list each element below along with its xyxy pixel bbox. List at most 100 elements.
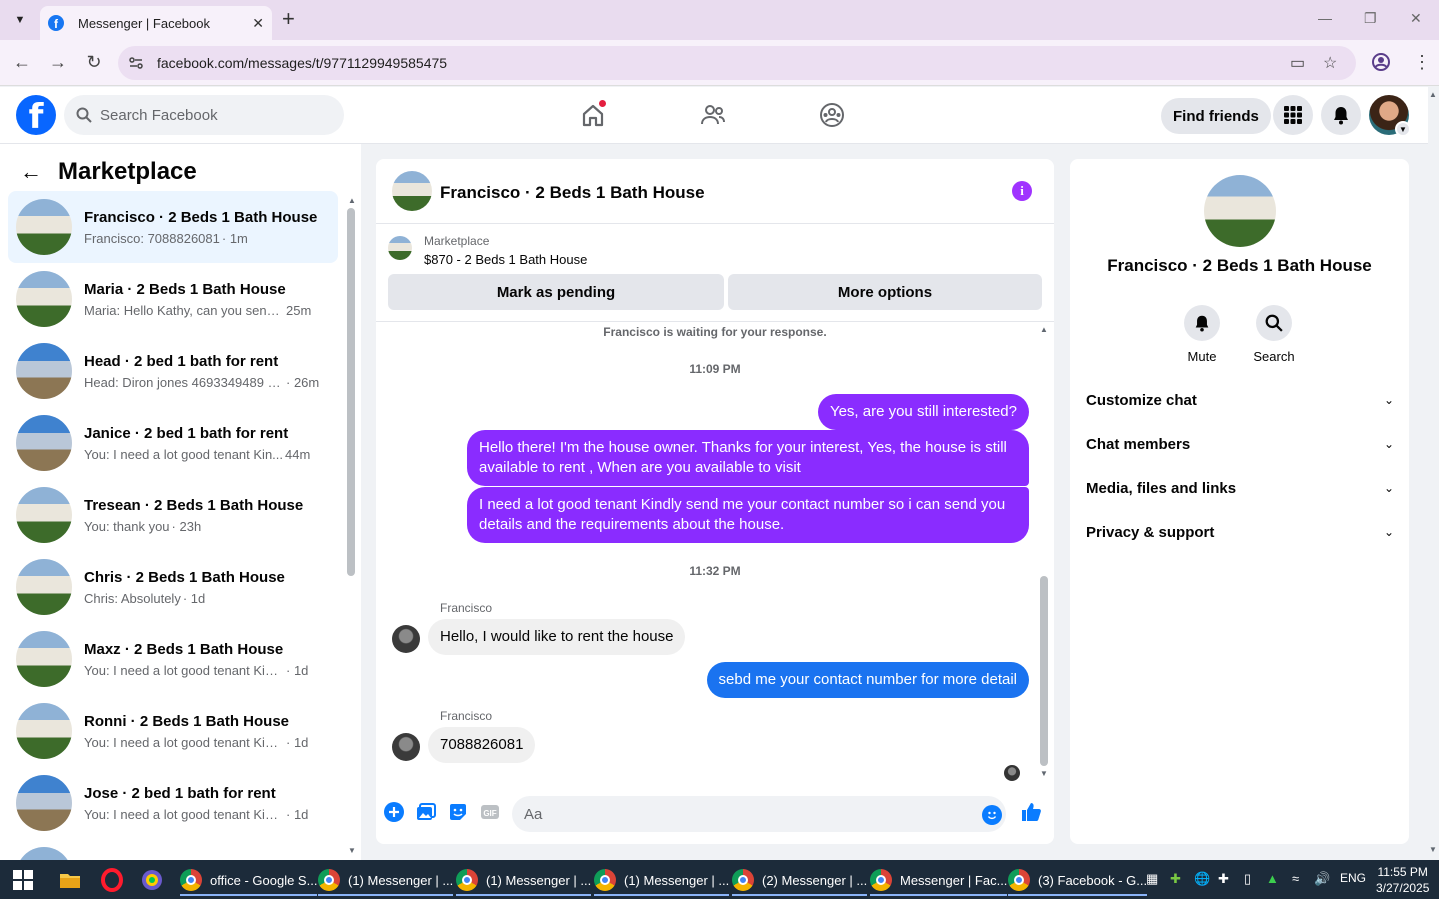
language-indicator[interactable]: ENG: [1340, 871, 1366, 885]
outgoing-message[interactable]: Yes, are you still interested?: [817, 394, 1029, 430]
listing-title[interactable]: $870 - 2 Beds 1 Bath House: [424, 252, 587, 267]
listing-thumbnail[interactable]: [388, 236, 412, 260]
outgoing-message[interactable]: sebd me your contact number for more det…: [706, 662, 1029, 698]
globe-icon[interactable]: 🌐: [1194, 871, 1210, 887]
reload-icon[interactable]: ↻: [83, 52, 105, 73]
conversation-text: Maxz · 2 Beds 1 Bath House You: I need a …: [84, 641, 330, 678]
chat-avatar[interactable]: [392, 171, 432, 211]
conversation-item[interactable]: Janice · 2 bed 1 bath for rent You: I nee…: [8, 407, 338, 479]
scroll-up-arrow-icon[interactable]: ▲: [348, 196, 356, 205]
incoming-message[interactable]: 7088826081: [428, 727, 536, 763]
outgoing-message[interactable]: Hello there! I'm the house owner. Thanks…: [467, 430, 1029, 486]
privacy-support-section[interactable]: Privacy & support ⌄: [1086, 517, 1394, 547]
info-icon[interactable]: i: [1012, 181, 1032, 201]
taskbar-app-messenger-active[interactable]: Messenger | Fac...: [870, 864, 1008, 896]
conversation-text: Chris · 2 Beds 1 Bath House Chris: Absolu…: [84, 569, 330, 606]
restore-icon[interactable]: ❐: [1364, 10, 1377, 27]
taskbar-app-messenger-3[interactable]: (1) Messenger | ...: [594, 864, 730, 896]
chat-members-section[interactable]: Chat members ⌄: [1086, 429, 1394, 459]
install-app-icon[interactable]: ▭: [1290, 53, 1305, 73]
sticker-icon[interactable]: [447, 801, 469, 823]
scroll-down-arrow-icon[interactable]: ▼: [348, 846, 356, 855]
taskbar-app-messenger-4[interactable]: (2) Messenger | ...: [732, 864, 868, 896]
cross-icon[interactable]: ✚: [1218, 871, 1229, 887]
conversation-avatar[interactable]: [1204, 175, 1276, 247]
chat-title[interactable]: Francisco · 2 Beds 1 Bath House: [440, 183, 705, 203]
triangle-app-icon[interactable]: ▲: [1266, 871, 1279, 886]
conversation-item[interactable]: Ronni · 2 Beds 1 Bath House You: I need a…: [8, 695, 338, 767]
tray-app-icon[interactable]: ▦: [1146, 871, 1158, 887]
system-clock[interactable]: 11:55 PM 3/27/2025: [1376, 864, 1429, 896]
facebook-search-box[interactable]: [64, 95, 344, 135]
wifi-icon[interactable]: ≈: [1292, 871, 1299, 886]
facebook-logo-icon[interactable]: f: [16, 95, 56, 135]
chat-scroll-up-icon[interactable]: ▲: [1040, 325, 1048, 334]
emoji-smile-icon[interactable]: [982, 805, 1002, 825]
message-input[interactable]: [512, 796, 1006, 832]
forward-arrow-icon[interactable]: →: [47, 52, 69, 73]
mute-button[interactable]: Mute: [1172, 305, 1232, 364]
sender-avatar[interactable]: [392, 625, 420, 653]
tray-plus-icon[interactable]: ✚: [1170, 871, 1181, 887]
conversation-item[interactable]: Tresean · 2 Beds 1 Bath House You: thank …: [8, 479, 338, 551]
conversation-item[interactable]: Head · 2 bed 1 bath for rent Head: Diron …: [8, 335, 338, 407]
conversation-item[interactable]: Jose · 2 bed 1 bath for rent You: I need …: [8, 767, 338, 839]
browser-menu-kebab-icon[interactable]: ⋮: [1413, 52, 1431, 73]
conversation-text: Tresean · 2 Beds 1 Bath House You: thank …: [84, 497, 330, 534]
preview-time: · 26m: [286, 374, 320, 390]
account-chevron-down-icon[interactable]: ▼: [1395, 121, 1411, 137]
incoming-message[interactable]: Hello, I would like to rent the house: [428, 619, 686, 655]
page-scroll-down-icon[interactable]: ▼: [1429, 845, 1437, 854]
taskbar-app-messenger-1[interactable]: (1) Messenger | ...: [318, 864, 454, 896]
sender-avatar[interactable]: [392, 733, 420, 761]
conversation-item[interactable]: Heather Rolding · 2 Beds 1 Bath: [8, 839, 338, 860]
conversation-item[interactable]: Francisco · 2 Beds 1 Bath House Francisco…: [8, 191, 338, 263]
conversation-item[interactable]: Maxz · 2 Beds 1 Bath House You: I need a …: [8, 623, 338, 695]
tab-close-icon[interactable]: ✕: [252, 15, 264, 32]
browser-tab-messenger[interactable]: f Messenger | Facebook ✕: [40, 6, 272, 40]
windows-start-icon[interactable]: [13, 870, 33, 890]
chat-scroll-down-icon[interactable]: ▼: [1040, 769, 1048, 778]
bookmark-star-icon[interactable]: ☆: [1323, 53, 1337, 73]
speaker-icon[interactable]: 🔊: [1314, 871, 1330, 887]
conversation-item[interactable]: Maria · 2 Beds 1 Bath House Maria: Hello …: [8, 263, 338, 335]
find-friends-button[interactable]: Find friends: [1161, 98, 1271, 134]
chat-scrollbar-thumb[interactable]: [1040, 576, 1048, 766]
facebook-search-input[interactable]: [100, 106, 320, 124]
new-tab-plus-icon[interactable]: +: [282, 8, 295, 30]
home-nav-icon[interactable]: [577, 99, 609, 131]
file-explorer-icon[interactable]: [58, 868, 82, 892]
preview-text: Head: Diron jones 4693349489 D...: [84, 374, 284, 390]
thumbs-up-icon[interactable]: [1020, 801, 1042, 823]
plus-circle-icon[interactable]: [383, 801, 405, 823]
outgoing-message[interactable]: I need a lot good tenant Kindly send me …: [467, 487, 1029, 543]
page-scroll-up-icon[interactable]: ▲: [1429, 90, 1437, 99]
site-settings-icon[interactable]: [128, 55, 144, 71]
mark-as-pending-button[interactable]: Mark as pending: [388, 274, 724, 310]
taskbar-app-facebook[interactable]: (3) Facebook - G...: [1008, 864, 1148, 896]
friends-nav-icon[interactable]: [697, 99, 729, 131]
profile-icon[interactable]: [1371, 52, 1391, 77]
gif-icon[interactable]: GIF: [479, 801, 501, 823]
url-omnibox[interactable]: facebook.com/messages/t/9771129949585475…: [118, 46, 1356, 80]
back-arrow-icon[interactable]: ←: [11, 52, 33, 73]
left-scrollbar-thumb[interactable]: [347, 208, 355, 576]
window-close-icon[interactable]: ✕: [1410, 10, 1422, 27]
taskbar-app-office-sheets[interactable]: office - Google S...: [180, 864, 318, 896]
media-files-links-section[interactable]: Media, files and links ⌄: [1086, 473, 1394, 503]
browser-ball-icon[interactable]: [140, 868, 164, 892]
menu-grid-icon[interactable]: [1273, 95, 1313, 135]
usb-icon[interactable]: ▯: [1244, 871, 1251, 887]
minimize-icon[interactable]: —: [1318, 10, 1332, 26]
groups-nav-icon[interactable]: [816, 99, 848, 131]
opera-icon[interactable]: [100, 868, 124, 892]
back-arrow-icon[interactable]: ←: [20, 159, 42, 185]
more-options-button[interactable]: More options: [728, 274, 1042, 310]
tab-list-chevron-icon[interactable]: ▼: [8, 8, 32, 32]
customize-chat-section[interactable]: Customize chat ⌄: [1086, 385, 1394, 415]
conversation-item[interactable]: Chris · 2 Beds 1 Bath House Chris: Absolu…: [8, 551, 338, 623]
taskbar-app-messenger-2[interactable]: (1) Messenger | ...: [456, 864, 592, 896]
notifications-bell-icon[interactable]: [1321, 95, 1361, 135]
photo-icon[interactable]: [415, 801, 437, 823]
search-in-conversation-button[interactable]: Search: [1244, 305, 1304, 364]
